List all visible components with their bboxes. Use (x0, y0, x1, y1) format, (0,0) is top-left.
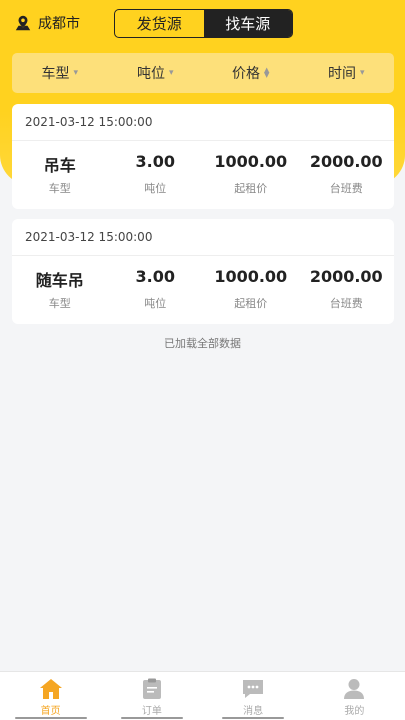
filter-label: 车型 (41, 66, 70, 82)
tab-profile[interactable]: 我的 (304, 672, 405, 720)
filter-bar: 车型 ▾ 吨位 ▾ 价格 ▲ ▼ 时间 ▾ (12, 53, 394, 93)
tab-find-vehicle[interactable]: 找车源 (203, 10, 292, 37)
clipboard-icon (142, 678, 161, 699)
field-value: 2000.00 (309, 267, 383, 286)
listing-card[interactable]: 2021-03-12 15:00:00 吊车 车型 3.00 吨位 1000.0… (12, 104, 394, 209)
source-segmented-control: 发货源 找车源 (114, 9, 293, 38)
tab-ship-source[interactable]: 发货源 (115, 10, 204, 37)
divider (12, 255, 394, 256)
caret-down-icon: ▾ (359, 68, 365, 78)
tab-label: 订单 (141, 706, 162, 717)
field-value: 3.00 (135, 152, 175, 171)
home-icon (39, 679, 62, 699)
field-vehicle-type: 吊车 车型 (12, 152, 108, 196)
field-value: 3.00 (135, 267, 175, 286)
field-value: 2000.00 (309, 152, 383, 171)
field-shift-fee: 2000.00 台班费 (299, 267, 395, 311)
tab-indicator (14, 717, 87, 719)
filter-label: 吨位 (136, 66, 165, 82)
sort-icon: ▲ ▼ (264, 66, 270, 79)
tab-label: 首页 (40, 706, 61, 717)
field-start-price: 1000.00 起租价 (203, 267, 299, 311)
field-value: 1000.00 (214, 152, 288, 171)
field-shift-fee: 2000.00 台班费 (299, 152, 395, 196)
field-label: 起租价 (234, 182, 268, 195)
filter-vehicle-type[interactable]: 车型 ▾ (12, 63, 108, 83)
filter-time[interactable]: 时间 ▾ (299, 63, 395, 83)
tab-label: 我的 (344, 706, 365, 717)
field-vehicle-type: 随车吊 车型 (12, 267, 108, 311)
listing-time: 2021-03-12 15:00:00 (25, 230, 153, 244)
filter-tonnage[interactable]: 吨位 ▾ (108, 63, 204, 83)
field-label: 起租价 (234, 297, 268, 310)
field-label: 车型 (48, 182, 71, 195)
field-value: 随车吊 (35, 271, 84, 290)
location-pin-icon (15, 15, 31, 31)
listing-card[interactable]: 2021-03-12 15:00:00 随车吊 车型 3.00 吨位 1000.… (12, 219, 394, 324)
field-label: 车型 (48, 297, 71, 310)
city-name: 成都市 (38, 16, 80, 32)
tab-home[interactable]: 首页 (0, 672, 101, 720)
end-of-list-note: 已加载全部数据 (164, 337, 241, 350)
field-label: 台班费 (329, 182, 363, 195)
field-tonnage: 3.00 吨位 (108, 267, 204, 311)
caret-down-icon: ▾ (168, 68, 174, 78)
field-tonnage: 3.00 吨位 (108, 152, 204, 196)
filter-label: 价格 (232, 66, 261, 82)
tab-orders[interactable]: 订单 (101, 672, 202, 720)
filter-price[interactable]: 价格 ▲ ▼ (203, 63, 299, 83)
chat-icon (243, 680, 264, 698)
field-start-price: 1000.00 起租价 (203, 152, 299, 196)
field-label: 台班费 (329, 297, 363, 310)
listing-time: 2021-03-12 15:00:00 (25, 115, 153, 129)
tab-messages[interactable]: 消息 (203, 672, 304, 720)
tab-label: 消息 (243, 706, 264, 717)
field-value: 1000.00 (214, 267, 288, 286)
top-bar: 成都市 发货源 找车源 (0, 0, 405, 46)
caret-down-icon: ▾ (73, 68, 79, 78)
filter-label: 时间 (327, 66, 356, 82)
divider (12, 140, 394, 141)
city-selector[interactable]: 成都市 (14, 12, 80, 34)
tab-indicator (120, 717, 183, 719)
field-value: 吊车 (43, 156, 76, 175)
bottom-tab-bar: 首页 订单 消息 我的 (0, 671, 405, 720)
tab-indicator (222, 717, 285, 719)
user-icon (344, 679, 365, 699)
field-label: 吨位 (144, 182, 167, 195)
field-label: 吨位 (144, 297, 167, 310)
